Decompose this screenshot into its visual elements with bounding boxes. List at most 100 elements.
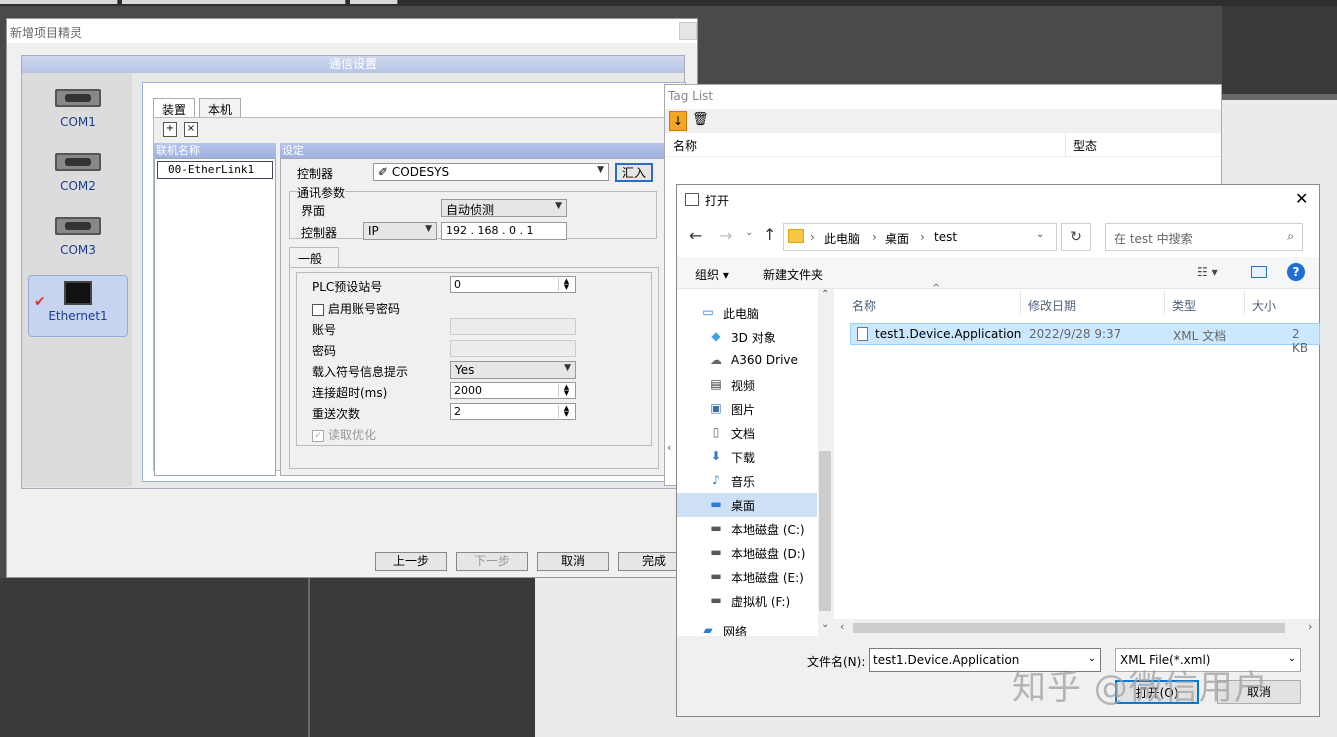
file-row[interactable]: test1.Device.Application 2022/9/28 9:37 … [850, 323, 1320, 355]
search-icon[interactable]: ⌕ [1287, 229, 1294, 244]
plc-station-spinner[interactable]: 0 ▲ ▼ [450, 276, 576, 293]
tree-item-video[interactable]: ▤ 视频 [677, 373, 815, 397]
organize-menu[interactable]: 组织 ▾ [695, 266, 729, 283]
interface-label: 界面 [301, 204, 326, 218]
trash-icon[interactable]: 🗑 [692, 112, 709, 130]
tree-label: 虚拟机 (F:) [731, 595, 791, 609]
tree-item-this-pc[interactable]: ▭ 此电脑 [677, 301, 815, 325]
port-ethernet1[interactable]: ✔ Ethernet1 [28, 275, 128, 337]
chevron-down-icon[interactable]: ⌄ [1036, 229, 1044, 240]
spin-arrows-icon[interactable]: ▲ ▼ [558, 278, 574, 291]
col-type[interactable]: 型态 [1073, 137, 1097, 154]
scroll-left-icon[interactable]: ‹ [667, 441, 671, 454]
tab-local[interactable]: 本机 [199, 98, 242, 117]
protocol-select[interactable]: IP ▼ [363, 222, 437, 240]
symbol-hint-select[interactable]: Yes ▼ [450, 361, 576, 379]
device-tab-body: + × 联机名称 00-EtherLink1 设定 控制器 ✐ CODESYS … [153, 117, 675, 476]
download-tag-icon[interactable]: ↓ [669, 111, 687, 131]
account-label: 账号 [312, 323, 337, 337]
tree-item-desktop[interactable]: ▬ 桌面 [677, 493, 817, 517]
file-list: ^ 名称 修改日期 类型 大小 test1.Device.Application… [834, 283, 1320, 636]
ip-address-field[interactable]: 192 . 168 . 0 . 1 [441, 222, 567, 240]
close-icon[interactable]: ✕ [1295, 189, 1308, 208]
filename-label: 文件名(N): [807, 655, 866, 669]
tree-item-disk-e[interactable]: ▬ 本地磁盘 (E:) [677, 565, 815, 589]
background-dark-pane [0, 578, 535, 737]
scroll-up-icon[interactable]: ⌃ [821, 289, 829, 300]
next-button: 下一步 [456, 552, 528, 571]
interface-select[interactable]: 自动侦测 ▼ [441, 199, 567, 217]
tree-label: 视频 [731, 379, 756, 393]
desktop-icon: ▬ [710, 497, 722, 511]
search-input[interactable]: 在 test 中搜索 ⌕ [1105, 223, 1303, 251]
controller-select[interactable]: ✐ CODESYS ▼ [373, 163, 609, 181]
tree-item-3d[interactable]: ◆ 3D 对象 [677, 325, 815, 349]
delete-link-icon[interactable]: × [184, 122, 198, 137]
wizard-close-button[interactable] [679, 22, 697, 40]
prev-button[interactable]: 上一步 [375, 552, 447, 571]
breadcrumb-test[interactable]: test [934, 230, 957, 244]
retry-value: 2 [454, 405, 461, 418]
spin-arrows-icon[interactable]: ▲ ▼ [558, 384, 574, 397]
recent-chevron-icon[interactable]: ⌄ [745, 227, 753, 238]
col-type-header[interactable]: 类型 [1172, 297, 1196, 314]
tree-item-documents[interactable]: ▯ 文档 [677, 421, 815, 445]
help-icon[interactable]: ? [1287, 263, 1305, 281]
tree-scroll-thumb[interactable] [819, 451, 831, 611]
forward-arrow-icon[interactable]: → [719, 226, 732, 245]
tab-general[interactable]: 一般 [289, 247, 339, 267]
port-com2[interactable]: COM2 [28, 153, 128, 213]
refresh-icon[interactable]: ↻ [1061, 223, 1091, 251]
new-folder-button[interactable]: 新建文件夹 [763, 266, 823, 283]
chevron-down-icon: ⌄ [1287, 653, 1296, 664]
tree-item-network[interactable]: ▰ 网络 [677, 619, 815, 639]
col-date-header[interactable]: 修改日期 [1028, 297, 1076, 314]
cancel-button[interactable]: 取消 [537, 552, 609, 571]
tree-item-pictures[interactable]: ▣ 图片 [677, 397, 815, 421]
tree-item-disk-d[interactable]: ▬ 本地磁盘 (D:) [677, 541, 815, 565]
port-com3[interactable]: COM3 [28, 217, 128, 277]
spin-arrows-icon[interactable]: ▲ ▼ [558, 405, 574, 418]
ip-octet: 0 [509, 224, 516, 237]
add-link-icon[interactable]: + [163, 122, 177, 137]
col-name[interactable]: 名称 [673, 137, 697, 154]
port-list: COM1 COM2 COM3 ✔ Ethernet1 [22, 73, 132, 487]
controller2-label: 控制器 [301, 226, 338, 240]
import-button[interactable]: 汇入 [615, 163, 653, 182]
tree-item-music[interactable]: ♪ 音乐 [677, 469, 815, 493]
link-item[interactable]: 00-EtherLink1 [157, 161, 273, 179]
scroll-left-icon[interactable]: ‹ [840, 620, 844, 633]
back-arrow-icon[interactable]: ← [689, 226, 702, 245]
port-com1[interactable]: COM1 [28, 89, 128, 149]
tab-device[interactable]: 装置 [153, 98, 196, 118]
timeout-spinner[interactable]: 2000 ▲ ▼ [450, 382, 576, 399]
enable-password-checkbox[interactable]: 启用账号密码 [312, 300, 400, 317]
breadcrumb-this-pc[interactable]: 此电脑 [824, 230, 860, 247]
tree-item-disk-c[interactable]: ▬ 本地磁盘 (C:) [677, 517, 815, 541]
tree-label: 音乐 [731, 475, 756, 489]
account-field [450, 318, 576, 335]
enable-password-label: 启用账号密码 [328, 302, 401, 316]
ip-octet: 1 [526, 224, 534, 237]
up-arrow-icon[interactable]: ↑ [763, 225, 776, 244]
checkbox-icon[interactable] [312, 303, 324, 316]
ip-dot: . [502, 224, 509, 237]
breadcrumb-desktop[interactable]: 桌面 [885, 230, 909, 247]
scroll-right-icon[interactable]: › [1308, 620, 1312, 633]
view-options-icon[interactable]: ☷ ▾ [1197, 265, 1218, 279]
col-size-header[interactable]: 大小 [1252, 297, 1276, 314]
tree-item-a360[interactable]: ☁ A360 Drive [677, 349, 815, 373]
address-bar[interactable]: › 此电脑 › 桌面 › test ⌄ [783, 223, 1057, 251]
file-hscroll-thumb[interactable] [853, 623, 1285, 633]
breadcrumb-separator: › [920, 230, 925, 244]
scroll-down-icon[interactable]: ⌄ [821, 619, 829, 630]
preview-pane-icon[interactable] [1251, 266, 1267, 278]
device-panel: 装置 本机 + × 联机名称 00-EtherLink1 设定 控制器 ✐ CO… [142, 82, 686, 482]
disk-icon: ▬ [710, 593, 722, 607]
col-name-header[interactable]: 名称 [852, 297, 876, 314]
ip-octet: 168 [477, 224, 499, 237]
tree-item-downloads[interactable]: ⬇ 下载 [677, 445, 815, 469]
ethernet-port-icon [64, 281, 92, 305]
retry-spinner[interactable]: 2 ▲ ▼ [450, 403, 576, 420]
tree-item-disk-f[interactable]: ▬ 虚拟机 (F:) [677, 589, 815, 613]
